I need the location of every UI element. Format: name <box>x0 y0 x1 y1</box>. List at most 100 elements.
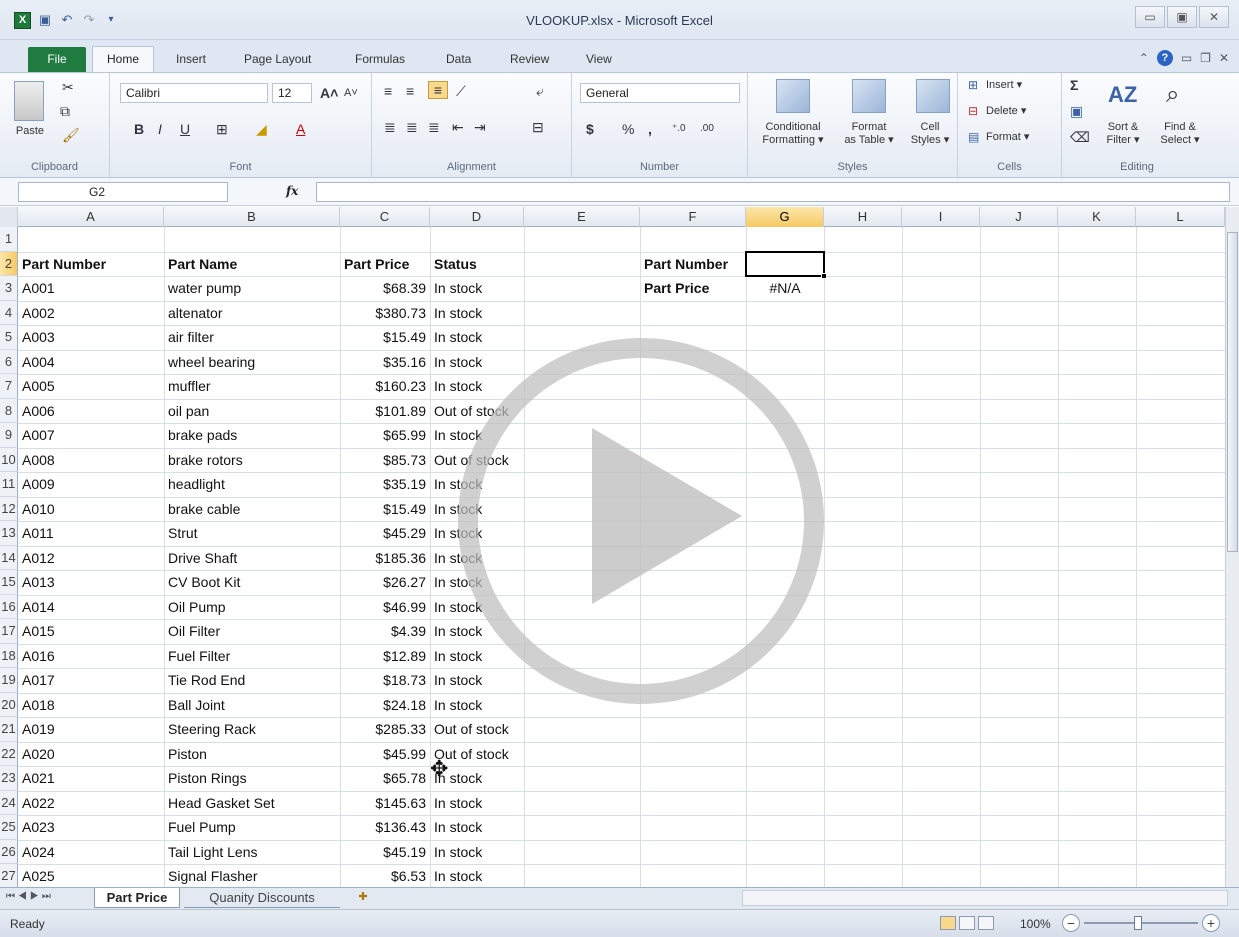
cell-part-price[interactable]: $45.29 <box>340 521 430 546</box>
cell-part-name[interactable]: muffler <box>164 374 340 399</box>
cell-part-price[interactable]: $380.73 <box>340 301 430 326</box>
cell-part-price[interactable]: $185.36 <box>340 546 430 571</box>
row-header-26[interactable]: 26 <box>0 839 18 864</box>
row-header-24[interactable]: 24 <box>0 790 18 815</box>
cell-part-number[interactable]: A003 <box>18 325 164 350</box>
cell-part-price[interactable]: $46.99 <box>340 595 430 620</box>
zoom-level[interactable]: 100% <box>1020 917 1051 931</box>
active-cell-g2[interactable] <box>745 250 825 277</box>
cell-part-price[interactable]: $24.18 <box>340 693 430 718</box>
cell-part-number[interactable]: A011 <box>18 521 164 546</box>
cell-part-number[interactable]: A001 <box>18 276 164 301</box>
cell-part-name[interactable]: wheel bearing <box>164 350 340 375</box>
name-box[interactable]: G2 <box>18 182 228 202</box>
row-header-22[interactable]: 22 <box>0 741 18 766</box>
cell-part-price[interactable]: $15.49 <box>340 325 430 350</box>
percent-button[interactable]: % <box>622 121 634 137</box>
col-header-d[interactable]: D <box>430 207 524 227</box>
cell-part-price[interactable]: $285.33 <box>340 717 430 742</box>
cell-part-name[interactable]: Head Gasket Set <box>164 791 340 816</box>
cell-part-name[interactable]: Oil Filter <box>164 619 340 644</box>
minimize-icon[interactable]: ▭ <box>1135 6 1165 28</box>
cell-styles-icon[interactable] <box>916 79 950 113</box>
cell-part-price[interactable]: $15.49 <box>340 497 430 522</box>
help-icon[interactable]: ? <box>1156 50 1173 66</box>
cell-part-name[interactable]: air filter <box>164 325 340 350</box>
row-header-9[interactable]: 9 <box>0 423 18 448</box>
cell-part-price[interactable]: $12.89 <box>340 644 430 669</box>
header-status[interactable]: Status <box>430 252 481 277</box>
fill-icon[interactable]: ▣ <box>1070 103 1083 119</box>
cell-part-name[interactable]: brake cable <box>164 497 340 522</box>
zoom-slider-thumb[interactable] <box>1134 916 1142 930</box>
cell-part-name[interactable]: water pump <box>164 276 340 301</box>
row-header-17[interactable]: 17 <box>0 619 18 644</box>
find-select-line2[interactable]: Select ▾ <box>1154 134 1206 147</box>
col-header-c[interactable]: C <box>340 207 430 227</box>
cell-part-price[interactable]: $26.27 <box>340 570 430 595</box>
row-header-5[interactable]: 5 <box>0 325 18 350</box>
restore-workbook-icon[interactable]: ▭ <box>1181 51 1192 65</box>
cell-part-name[interactable]: Tail Light Lens <box>164 840 340 865</box>
cell-part-number[interactable]: A023 <box>18 815 164 840</box>
lookup-result-cell[interactable]: #N/A <box>746 276 824 301</box>
cell-status[interactable]: In stock <box>430 864 550 887</box>
cell-part-name[interactable]: Fuel Filter <box>164 644 340 669</box>
italic-icon[interactable]: I <box>158 121 162 137</box>
col-header-b[interactable]: B <box>164 207 340 227</box>
lookup-part-price-label[interactable]: Part Price <box>640 276 713 301</box>
play-icon[interactable] <box>592 428 742 604</box>
cell-status[interactable]: In stock <box>430 668 550 693</box>
cell-part-price[interactable]: $160.23 <box>340 374 430 399</box>
cell-part-name[interactable]: brake rotors <box>164 448 340 473</box>
align-left-icon[interactable]: ≣ <box>384 119 396 135</box>
cell-part-name[interactable]: Signal Flasher <box>164 864 340 887</box>
horizontal-scrollbar[interactable] <box>742 890 1228 906</box>
minimize-ribbon-icon[interactable]: ⌃ <box>1139 51 1149 65</box>
cell-part-number[interactable]: A006 <box>18 399 164 424</box>
row-header-12[interactable]: 12 <box>0 496 18 521</box>
cell-part-price[interactable]: $65.78 <box>340 766 430 791</box>
row-header-23[interactable]: 23 <box>0 766 18 791</box>
cell-part-price[interactable]: $68.39 <box>340 276 430 301</box>
insert-sheet-icon[interactable]: ✚ <box>346 888 380 908</box>
align-top-icon[interactable]: ≡ <box>384 83 392 99</box>
cell-part-name[interactable]: headlight <box>164 472 340 497</box>
cell-part-number[interactable]: A002 <box>18 301 164 326</box>
font-name-select[interactable]: Calibri <box>120 83 268 103</box>
row-header-25[interactable]: 25 <box>0 815 18 840</box>
col-header-g[interactable]: G <box>746 207 824 227</box>
cell-part-number[interactable]: A015 <box>18 619 164 644</box>
increase-decimal-icon[interactable]: ⁺.0 <box>672 121 686 137</box>
sort-filter-line2[interactable]: Filter ▾ <box>1098 134 1148 147</box>
tab-home[interactable]: Home <box>92 46 154 73</box>
tab-file[interactable]: File <box>28 47 86 72</box>
conditional-formatting-icon[interactable] <box>776 79 810 113</box>
shrink-font-icon[interactable]: A˅ <box>344 85 358 101</box>
cell-status[interactable]: In stock <box>430 693 550 718</box>
conditional-formatting-line1[interactable]: Conditional <box>750 121 836 134</box>
cell-part-number[interactable]: A004 <box>18 350 164 375</box>
formula-input[interactable] <box>316 182 1230 202</box>
row-header-10[interactable]: 10 <box>0 447 18 472</box>
borders-icon[interactable]: ⊞ <box>216 121 228 137</box>
row-header-8[interactable]: 8 <box>0 398 18 423</box>
col-header-j[interactable]: J <box>980 207 1058 227</box>
select-all-corner[interactable] <box>0 207 18 227</box>
cell-part-name[interactable]: Oil Pump <box>164 595 340 620</box>
lookup-part-number-label[interactable]: Part Number <box>640 252 732 277</box>
tab-data[interactable]: Data <box>446 48 471 72</box>
format-painter-icon[interactable]: 🖌 <box>62 127 80 143</box>
cell-status[interactable]: Out of stock <box>430 717 550 742</box>
col-header-f[interactable]: F <box>640 207 746 227</box>
format-as-table-icon[interactable] <box>852 79 886 113</box>
conditional-formatting-line2[interactable]: Formatting ▾ <box>750 134 836 147</box>
find-select-icon[interactable]: ⌕ <box>1166 81 1179 109</box>
header-part-price[interactable]: Part Price <box>340 252 413 277</box>
cell-part-price[interactable]: $145.63 <box>340 791 430 816</box>
cell-part-price[interactable]: $18.73 <box>340 668 430 693</box>
font-color-icon[interactable]: A <box>296 121 305 137</box>
cell-part-price[interactable]: $35.16 <box>340 350 430 375</box>
zoom-in-icon[interactable]: + <box>1202 914 1220 932</box>
clear-icon[interactable]: ⌫ <box>1070 129 1090 145</box>
